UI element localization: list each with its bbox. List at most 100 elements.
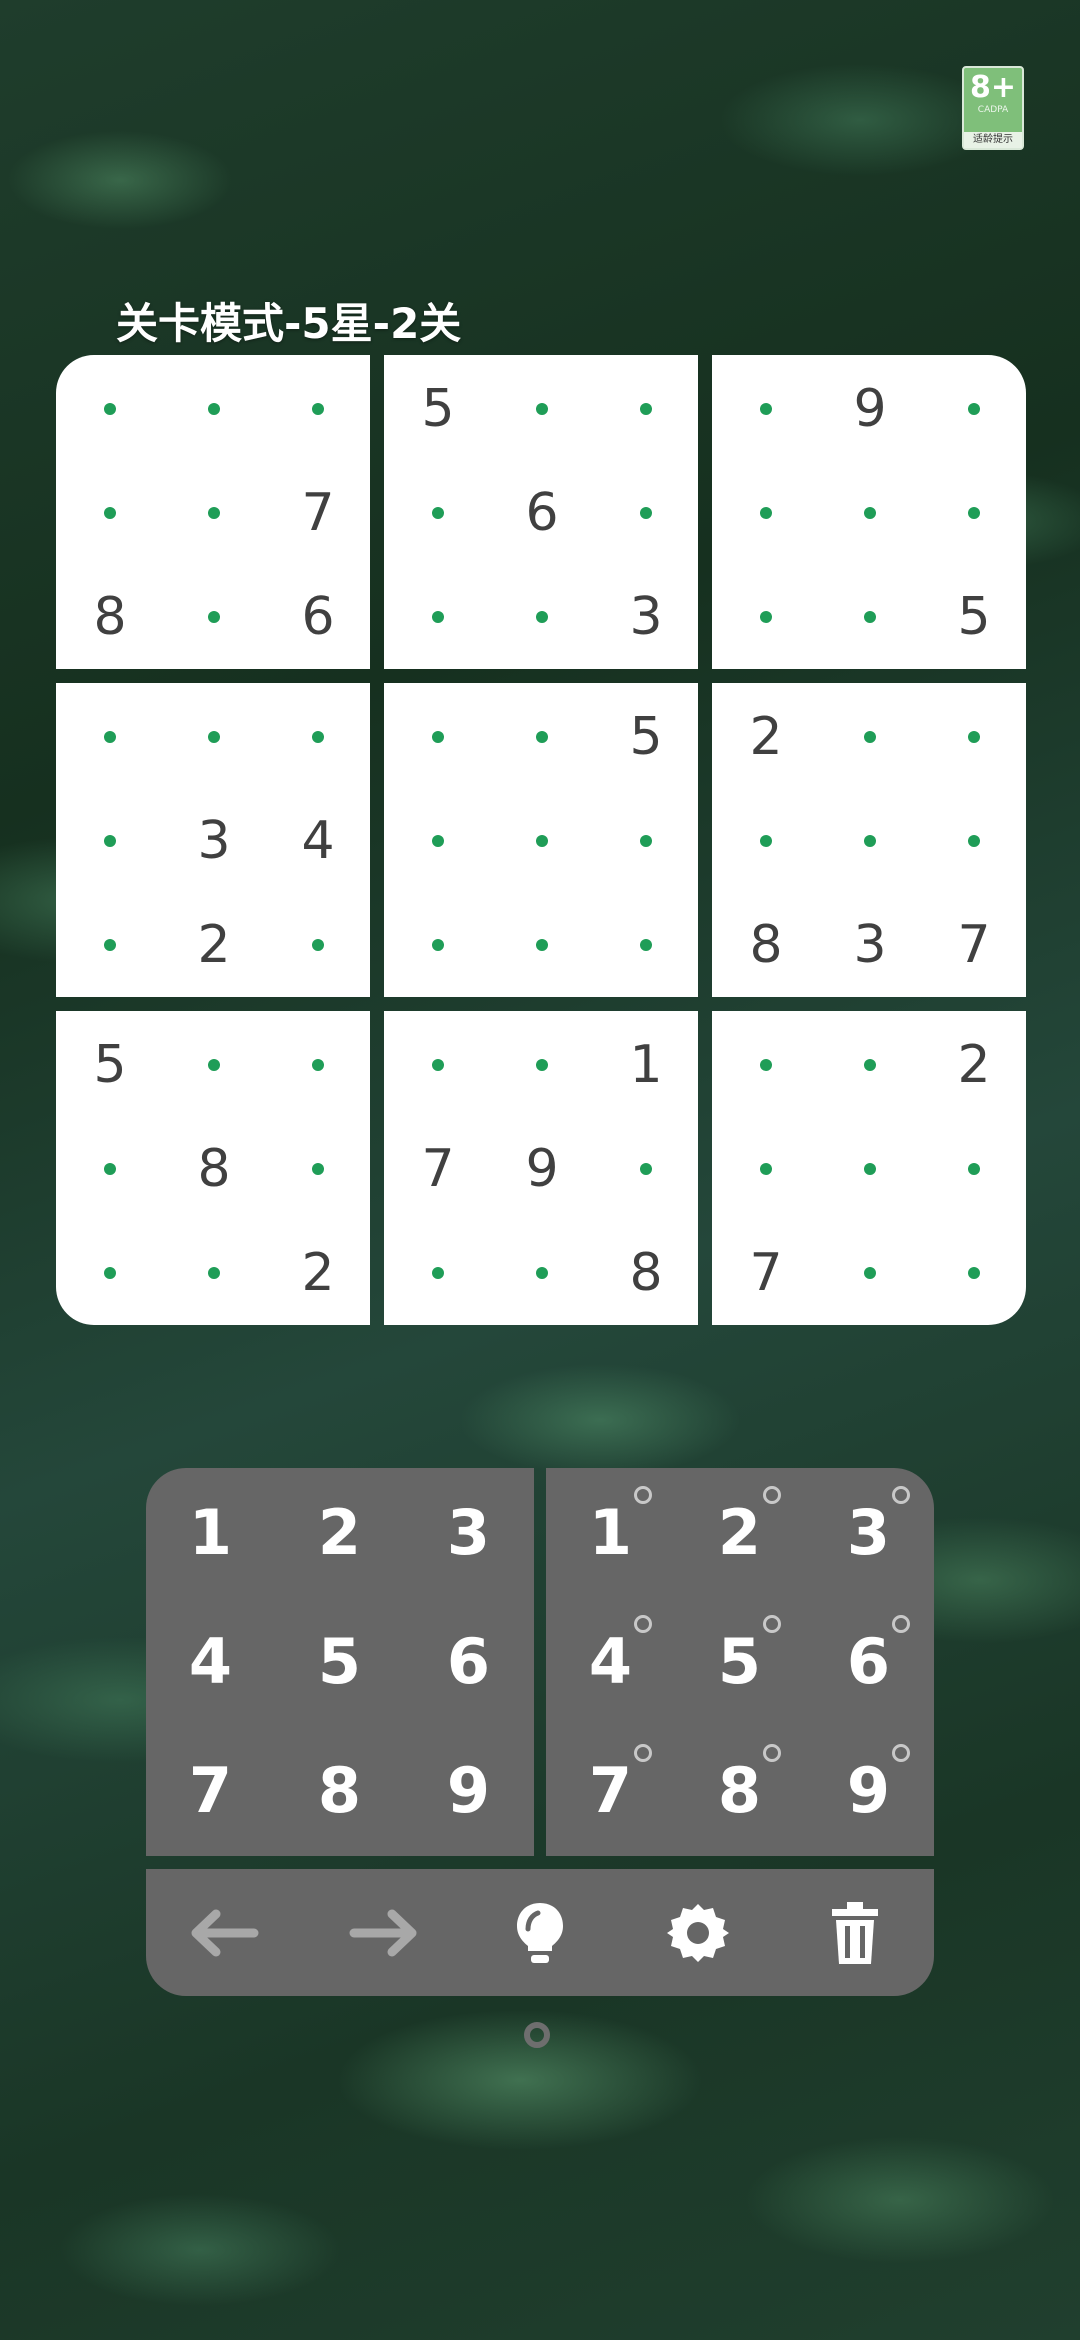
sudoku-cell[interactable] [922, 1117, 1026, 1221]
sudoku-cell[interactable] [818, 565, 922, 669]
sudoku-cell[interactable] [922, 789, 1026, 893]
sudoku-cell[interactable] [386, 789, 490, 893]
sudoku-cell[interactable] [818, 461, 922, 565]
sudoku-cell[interactable] [162, 565, 266, 669]
sudoku-cell[interactable] [490, 1013, 594, 1117]
sudoku-cell[interactable] [386, 893, 490, 997]
sudoku-cell[interactable] [594, 1117, 698, 1221]
sudoku-cell[interactable]: 8 [594, 1221, 698, 1325]
number-key[interactable]: 2 [275, 1468, 404, 1597]
note-key[interactable]: 5 [675, 1597, 804, 1726]
sudoku-cell[interactable] [58, 357, 162, 461]
sudoku-cell[interactable] [594, 357, 698, 461]
sudoku-cell[interactable] [714, 789, 818, 893]
note-key[interactable]: 2 [675, 1468, 804, 1597]
sudoku-cell[interactable] [490, 1221, 594, 1325]
sudoku-cell[interactable] [922, 685, 1026, 789]
sudoku-cell[interactable] [266, 357, 370, 461]
sudoku-cell[interactable] [818, 1013, 922, 1117]
erase-button[interactable] [776, 1869, 934, 1996]
sudoku-cell[interactable] [162, 1221, 266, 1325]
sudoku-cell[interactable]: 4 [266, 789, 370, 893]
sudoku-cell[interactable] [266, 1013, 370, 1117]
note-key[interactable]: 8 [675, 1726, 804, 1855]
settings-button[interactable] [619, 1869, 777, 1996]
sudoku-cell[interactable] [490, 357, 594, 461]
sudoku-cell[interactable] [266, 893, 370, 997]
undo-button[interactable] [146, 1869, 304, 1996]
sudoku-cell[interactable] [490, 789, 594, 893]
sudoku-cell[interactable] [818, 685, 922, 789]
sudoku-cell[interactable] [922, 461, 1026, 565]
sudoku-cell[interactable] [594, 789, 698, 893]
number-key[interactable]: 3 [404, 1468, 533, 1597]
sudoku-cell[interactable]: 2 [266, 1221, 370, 1325]
sudoku-cell[interactable]: 8 [162, 1117, 266, 1221]
sudoku-cell[interactable]: 9 [490, 1117, 594, 1221]
sudoku-cell[interactable] [818, 1117, 922, 1221]
sudoku-cell[interactable] [58, 1221, 162, 1325]
sudoku-cell[interactable] [714, 1013, 818, 1117]
note-key[interactable]: 1 [546, 1468, 675, 1597]
sudoku-cell[interactable] [490, 893, 594, 997]
note-key[interactable]: 7 [546, 1726, 675, 1855]
sudoku-cell[interactable]: 7 [266, 461, 370, 565]
number-key[interactable]: 1 [146, 1468, 275, 1597]
sudoku-cell[interactable]: 6 [266, 565, 370, 669]
sudoku-cell[interactable]: 8 [58, 565, 162, 669]
sudoku-cell[interactable] [818, 789, 922, 893]
note-key[interactable]: 9 [804, 1726, 933, 1855]
number-key[interactable]: 9 [404, 1726, 533, 1855]
sudoku-cell[interactable]: 5 [58, 1013, 162, 1117]
sudoku-cell[interactable]: 8 [714, 893, 818, 997]
sudoku-cell[interactable] [58, 789, 162, 893]
sudoku-cell[interactable]: 6 [490, 461, 594, 565]
note-key[interactable]: 4 [546, 1597, 675, 1726]
number-key[interactable]: 6 [404, 1597, 533, 1726]
sudoku-cell[interactable]: 7 [922, 893, 1026, 997]
sudoku-cell[interactable]: 1 [594, 1013, 698, 1117]
sudoku-cell[interactable]: 3 [594, 565, 698, 669]
sudoku-cell[interactable] [162, 1013, 266, 1117]
sudoku-cell[interactable] [714, 1117, 818, 1221]
hint-button[interactable] [461, 1869, 619, 1996]
sudoku-cell[interactable]: 3 [818, 893, 922, 997]
sudoku-cell[interactable] [386, 1013, 490, 1117]
sudoku-cell[interactable] [594, 893, 698, 997]
sudoku-cell[interactable] [162, 461, 266, 565]
sudoku-cell[interactable]: 2 [922, 1013, 1026, 1117]
sudoku-cell[interactable] [162, 685, 266, 789]
number-key[interactable]: 5 [275, 1597, 404, 1726]
sudoku-cell[interactable] [818, 1221, 922, 1325]
sudoku-cell[interactable]: 7 [386, 1117, 490, 1221]
sudoku-cell[interactable]: 2 [162, 893, 266, 997]
sudoku-cell[interactable] [714, 565, 818, 669]
redo-button[interactable] [304, 1869, 462, 1996]
sudoku-cell[interactable]: 3 [162, 789, 266, 893]
sudoku-cell[interactable]: 7 [714, 1221, 818, 1325]
sudoku-cell[interactable] [714, 461, 818, 565]
sudoku-cell[interactable]: 2 [714, 685, 818, 789]
sudoku-cell[interactable]: 9 [818, 357, 922, 461]
sudoku-cell[interactable]: 5 [386, 357, 490, 461]
sudoku-cell[interactable] [490, 685, 594, 789]
number-key[interactable]: 8 [275, 1726, 404, 1855]
sudoku-cell[interactable] [386, 1221, 490, 1325]
sudoku-cell[interactable] [922, 357, 1026, 461]
sudoku-cell[interactable] [58, 893, 162, 997]
sudoku-cell[interactable] [266, 685, 370, 789]
drag-handle[interactable] [524, 2022, 550, 2048]
note-key[interactable]: 3 [804, 1468, 933, 1597]
sudoku-cell[interactable] [922, 1221, 1026, 1325]
sudoku-cell[interactable] [266, 1117, 370, 1221]
sudoku-cell[interactable] [386, 461, 490, 565]
note-key[interactable]: 6 [804, 1597, 933, 1726]
sudoku-cell[interactable] [58, 461, 162, 565]
sudoku-cell[interactable] [490, 565, 594, 669]
sudoku-cell[interactable]: 5 [922, 565, 1026, 669]
sudoku-cell[interactable]: 5 [594, 685, 698, 789]
sudoku-cell[interactable] [594, 461, 698, 565]
sudoku-cell[interactable] [58, 1117, 162, 1221]
number-key[interactable]: 7 [146, 1726, 275, 1855]
sudoku-cell[interactable] [58, 685, 162, 789]
